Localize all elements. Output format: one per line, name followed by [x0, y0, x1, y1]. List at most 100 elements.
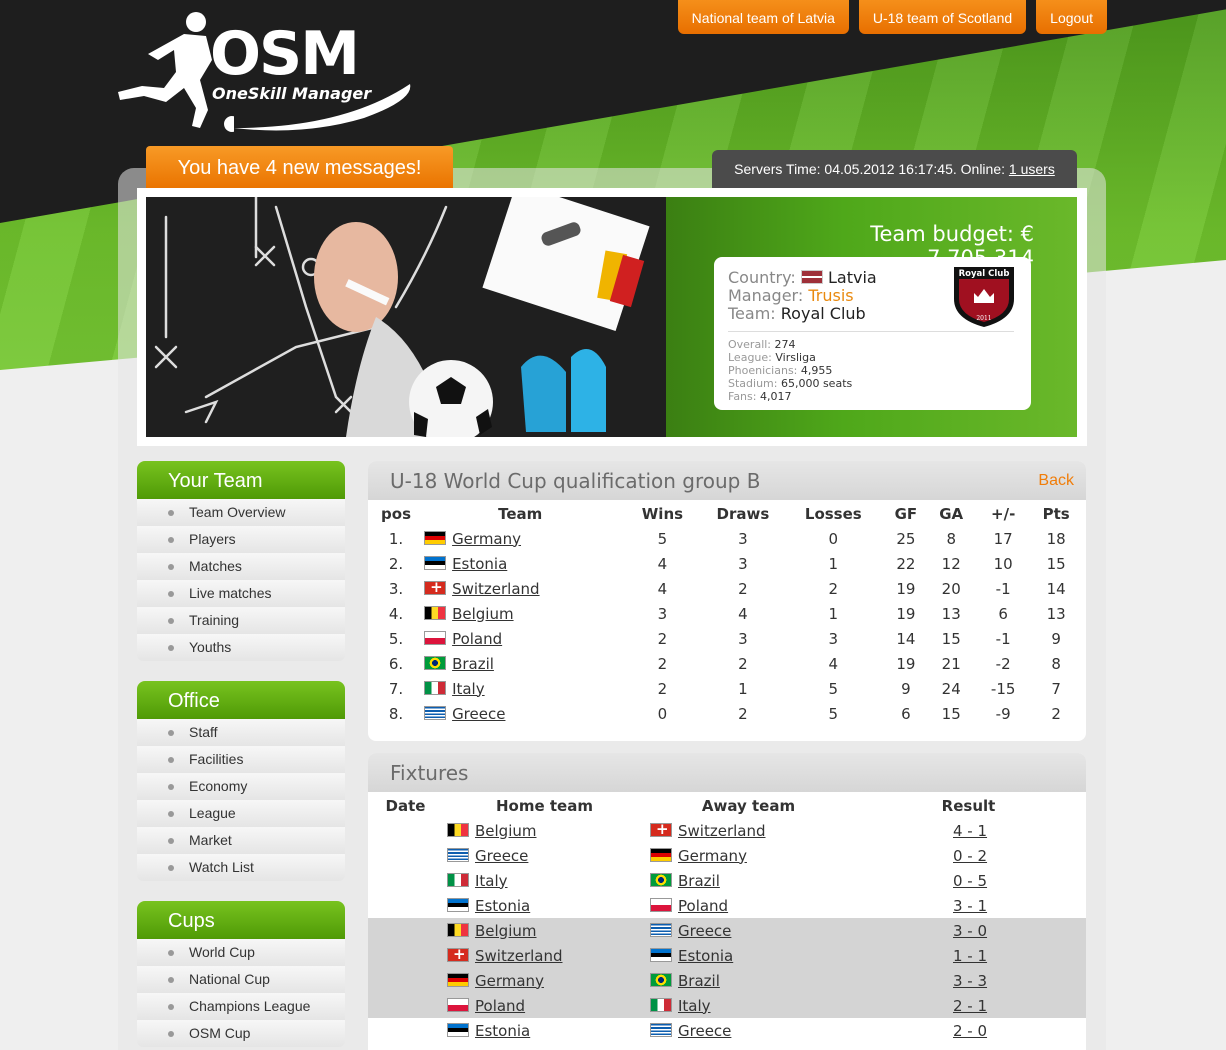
col-team: Team	[498, 505, 543, 523]
brazil-flag-icon	[650, 872, 672, 887]
result-link[interactable]: 1 - 1	[953, 947, 987, 965]
team-link[interactable]: Switzerland	[452, 580, 540, 598]
poland-flag-icon	[650, 897, 672, 912]
standings-title: U-18 World Cup qualification group B	[390, 469, 761, 493]
team-link[interactable]: Greece	[452, 705, 505, 723]
u18-team-scotland-button[interactable]: U-18 team of Scotland	[858, 0, 1027, 34]
team-link[interactable]: Germany	[452, 530, 521, 548]
sidebar-item-live-matches[interactable]: Live matches	[137, 580, 345, 607]
team-link[interactable]: Belgium	[452, 605, 514, 623]
away-team-link[interactable]: Greece	[678, 1022, 731, 1040]
pos-cell: 2.	[388, 554, 404, 573]
sidebar-item-team-overview[interactable]: Team Overview	[137, 499, 345, 526]
away-team-link[interactable]: Poland	[678, 897, 728, 915]
col-gf: GF	[894, 505, 918, 523]
home-team-link[interactable]: Belgium	[475, 822, 537, 840]
away-team-link[interactable]: Greece	[678, 922, 731, 940]
fixture-row: Germany Brazil 3 - 3	[368, 968, 1086, 993]
result-link[interactable]: 3 - 1	[953, 897, 987, 915]
result-link[interactable]: 2 - 1	[953, 997, 987, 1015]
belgium-flag-icon	[447, 822, 469, 837]
sidebar-item-watch-list[interactable]: Watch List	[137, 854, 345, 881]
home-team-link[interactable]: Switzerland	[475, 947, 563, 965]
new-messages-button[interactable]: You have 4 new messages!	[146, 146, 453, 188]
result-link[interactable]: 0 - 5	[953, 872, 987, 890]
poland-flag-icon	[424, 630, 447, 645]
pts-cell: 13	[1046, 604, 1066, 623]
online-users-link[interactable]: 1 users	[1009, 161, 1055, 177]
pts-cell: 2	[1051, 704, 1061, 723]
home-team-link[interactable]: Greece	[475, 847, 528, 865]
date-cell	[368, 943, 443, 968]
w-cell: 2	[657, 629, 668, 648]
team-link[interactable]: Estonia	[452, 555, 507, 573]
sidebar-item-economy[interactable]: Economy	[137, 773, 345, 800]
manager-name[interactable]: Trusis	[808, 286, 853, 305]
greece-flag-icon	[424, 705, 447, 720]
home-team-link[interactable]: Poland	[475, 997, 525, 1015]
sidebar-item-players[interactable]: Players	[137, 526, 345, 553]
osm-logo[interactable]: OSM OneSkill Manager	[114, 10, 424, 135]
home-team-link[interactable]: Belgium	[475, 922, 537, 940]
result-link[interactable]: 3 - 3	[953, 972, 987, 990]
stat-value: Virsliga	[775, 351, 816, 364]
away-team-link[interactable]: Estonia	[678, 947, 733, 965]
home-team-link[interactable]: Italy	[475, 872, 508, 890]
national-team-latvia-button[interactable]: National team of Latvia	[677, 0, 849, 34]
result-cell: 3 - 1	[851, 893, 1086, 918]
date-cell	[368, 893, 443, 918]
away-team-link[interactable]: Italy	[678, 997, 711, 1015]
brazil-flag-icon	[650, 972, 672, 987]
back-link[interactable]: Back	[1038, 461, 1074, 501]
fixtures-body: Belgium Switzerland 4 - 1 Greece Germany 0 - …	[368, 818, 1086, 1043]
team-cell: Estonia	[424, 551, 616, 576]
fixtures-header-row: Date Home team Away team Result	[368, 794, 1086, 818]
fixture-row: Belgium Greece 3 - 0	[368, 918, 1086, 943]
team-link[interactable]: Italy	[452, 680, 485, 698]
result-link[interactable]: 0 - 2	[953, 847, 987, 865]
away-team-link[interactable]: Brazil	[678, 972, 720, 990]
sidebar: Your Team Team Overview Players Matches …	[137, 461, 345, 1050]
result-link[interactable]: 3 - 0	[953, 922, 987, 940]
sidebar-item-league[interactable]: League	[137, 800, 345, 827]
w-cell: 0	[657, 704, 668, 723]
sidebar-item-staff[interactable]: Staff	[137, 719, 345, 746]
team-link[interactable]: Brazil	[452, 655, 494, 673]
estonia-flag-icon	[447, 1022, 469, 1037]
result-link[interactable]: 4 - 1	[953, 822, 987, 840]
away-team-link[interactable]: Switzerland	[678, 822, 766, 840]
home-team-link[interactable]: Estonia	[475, 1022, 530, 1040]
l-cell: 5	[828, 704, 839, 723]
home-team-link[interactable]: Germany	[475, 972, 544, 990]
greece-flag-icon	[650, 922, 672, 937]
sidebar-item-osm-cup[interactable]: OSM Cup	[137, 1020, 345, 1047]
w-cell: 4	[657, 579, 668, 598]
team-link[interactable]: Poland	[452, 630, 502, 648]
sidebar-item-facilities[interactable]: Facilities	[137, 746, 345, 773]
away-team-link[interactable]: Germany	[678, 847, 747, 865]
sidebar-item-training[interactable]: Training	[137, 607, 345, 634]
sidebar-item-youths[interactable]: Youths	[137, 634, 345, 661]
d-cell: 2	[738, 579, 748, 598]
col-losses: Losses	[804, 505, 862, 523]
diff-cell: -9	[995, 704, 1011, 723]
col-result: Result	[941, 797, 996, 815]
home-team-link[interactable]: Estonia	[475, 897, 530, 915]
date-cell	[368, 868, 443, 893]
away-team-link[interactable]: Brazil	[678, 872, 720, 890]
away-team-cell: Greece	[646, 918, 851, 943]
standings-heading: U-18 World Cup qualification group B Bac…	[368, 461, 1086, 500]
home-team-cell: Italy	[443, 868, 646, 893]
sidebar-item-market[interactable]: Market	[137, 827, 345, 854]
sidebar-item-world-cup[interactable]: World Cup	[137, 939, 345, 966]
sidebar-item-national-cup[interactable]: National Cup	[137, 966, 345, 993]
result-link[interactable]: 2 - 0	[953, 1022, 987, 1040]
logout-button[interactable]: Logout	[1036, 0, 1107, 34]
sidebar-item-champions-league[interactable]: Champions League	[137, 993, 345, 1020]
stat-label: Stadium:	[728, 377, 778, 390]
d-cell: 3	[738, 529, 748, 548]
ga-cell: 12	[941, 554, 961, 573]
sidebar-item-matches[interactable]: Matches	[137, 553, 345, 580]
pts-cell: 14	[1046, 579, 1066, 598]
pts-cell: 7	[1051, 679, 1061, 698]
